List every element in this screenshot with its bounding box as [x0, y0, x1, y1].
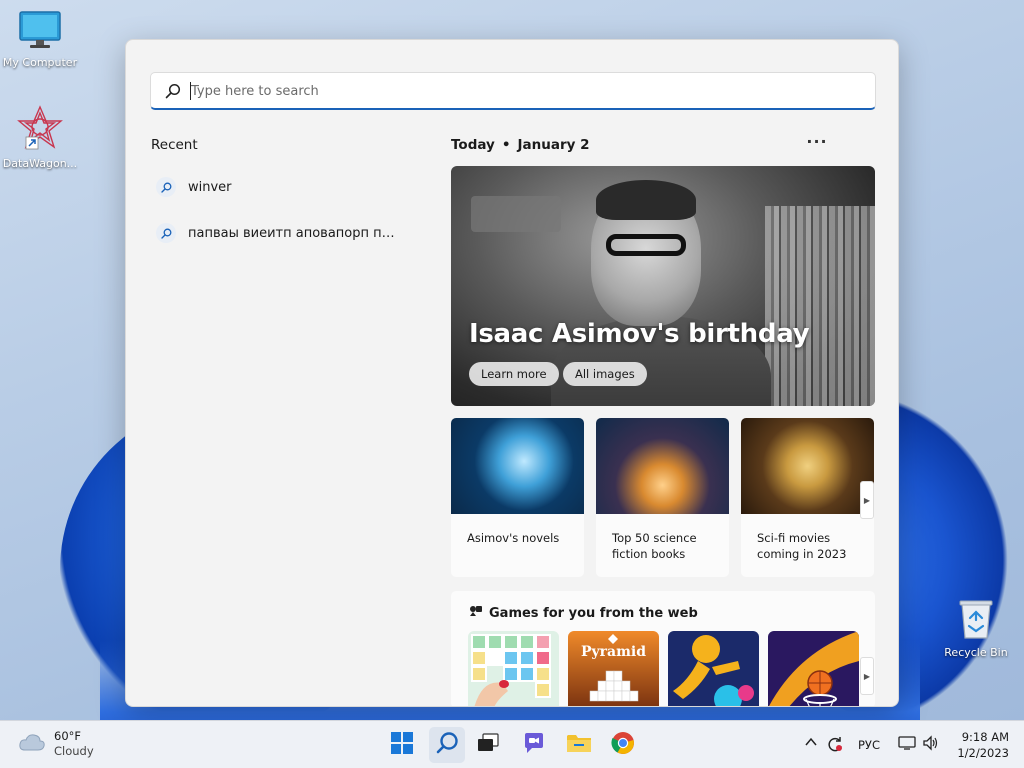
chat-button[interactable]	[516, 727, 552, 763]
taskbar: 60°F Cloudy РУС 9:18 AM 1/2/2023	[0, 720, 1024, 768]
chrome-icon	[611, 731, 635, 759]
hero-card[interactable]: Isaac Asimov's birthday Learn more All i…	[451, 166, 875, 406]
games-next-button[interactable]: ▶	[860, 657, 874, 695]
game-tile-basketball[interactable]	[768, 631, 859, 706]
clock-time: 9:18 AM	[961, 730, 1009, 744]
desktop-icon-label: My Computer	[2, 56, 78, 69]
pyramid-thumbnail	[568, 631, 659, 706]
game-tile-block-puzzle[interactable]	[468, 631, 559, 706]
today-label: Today	[451, 137, 495, 153]
card-scifi-movies-2023[interactable]: Sci-fi movies coming in 2023	[741, 418, 874, 577]
weather-text: 60°F Cloudy	[54, 729, 94, 759]
hero-title: Isaac Asimov's birthday	[469, 319, 810, 349]
desktop-icon-label: DataWagon...	[2, 157, 78, 170]
clock-date: 1/2/2023	[957, 746, 1009, 760]
task-view-icon	[477, 733, 499, 757]
chevron-right-icon: ▶	[863, 671, 871, 681]
weather-temp: 60°F	[54, 729, 81, 743]
windows-logo-icon	[391, 732, 413, 758]
desktop-icon-my-computer[interactable]: My Computer	[0, 10, 80, 69]
games-title: Games for you from the web	[489, 605, 698, 621]
desktop-icon-label: Recycle Bin	[944, 646, 1008, 659]
start-button[interactable]	[384, 727, 420, 763]
recycle-bin-icon	[936, 598, 1016, 643]
search-icon	[435, 731, 459, 759]
card-asimov-novels[interactable]: Asimov's novels	[451, 418, 584, 577]
search-icon	[156, 177, 176, 197]
pyramid-logo-text: Pyramid	[580, 644, 647, 660]
hero-radio-image	[471, 196, 561, 232]
chat-icon	[522, 732, 546, 758]
folder-icon	[566, 732, 592, 758]
game-controller-icon	[469, 605, 483, 621]
file-explorer-button[interactable]	[561, 727, 597, 763]
learn-more-button[interactable]: Learn more	[469, 362, 559, 386]
sync-icon[interactable]	[826, 735, 844, 756]
recent-item-label: папвaы виеитп аповапорп пш...	[188, 225, 398, 241]
chrome-button[interactable]	[605, 727, 641, 763]
desktop-icon-datawagon[interactable]: DataWagon...	[0, 105, 80, 170]
search-input[interactable]	[191, 80, 861, 102]
network-icon[interactable]	[898, 735, 916, 754]
all-images-button[interactable]: All images	[563, 362, 647, 386]
today-header: Today • January 2	[451, 137, 590, 153]
card-top-50-scifi[interactable]: Top 50 science fiction books	[596, 418, 729, 577]
cloud-icon	[18, 732, 46, 756]
games-section: Games for you from the web Pyramid ▶	[451, 591, 875, 706]
recent-item-label: winver	[188, 179, 232, 195]
recent-item-winver[interactable]: winver	[156, 169, 416, 205]
hero-hair-image	[596, 180, 696, 220]
chevron-up-icon[interactable]	[804, 735, 818, 752]
game-tile-runner[interactable]	[668, 631, 759, 706]
search-icon	[165, 83, 181, 99]
card-label: Top 50 science fiction books	[612, 531, 697, 561]
monitor-icon	[0, 10, 80, 53]
more-options-button[interactable]: ···	[806, 132, 828, 154]
hero-glasses-image	[606, 234, 686, 256]
separator-dot: •	[501, 137, 511, 153]
card-thumbnail	[741, 418, 874, 514]
desktop-icon-recycle-bin[interactable]: Recycle Bin	[936, 598, 1016, 659]
today-date: January 2	[517, 137, 590, 153]
basketball-thumbnail	[768, 631, 859, 706]
hero-bookshelf-image	[765, 206, 875, 406]
block-puzzle-thumbnail	[468, 631, 559, 706]
volume-icon[interactable]	[922, 735, 940, 754]
search-button[interactable]	[429, 727, 465, 763]
search-icon	[156, 223, 176, 243]
card-label: Sci-fi movies coming in 2023	[757, 531, 847, 561]
recent-heading: Recent	[151, 137, 198, 153]
recent-item-query[interactable]: папвaы виеитп аповапорп пш...	[156, 215, 416, 251]
runner-thumbnail	[668, 631, 759, 706]
card-thumbnail	[451, 418, 584, 514]
card-label: Asimov's novels	[467, 531, 560, 545]
card-thumbnail	[596, 418, 729, 514]
search-box[interactable]	[150, 72, 876, 110]
clock[interactable]: 9:18 AM 1/2/2023	[953, 729, 1009, 761]
chevron-right-icon: ▶	[863, 495, 871, 505]
weather-widget[interactable]: 60°F Cloudy	[18, 729, 94, 759]
search-panel: Recent winver папвaы виеитп аповапорп пш…	[125, 39, 899, 707]
game-tile-pyramid[interactable]: Pyramid	[568, 631, 659, 706]
datawagon-icon	[0, 105, 80, 154]
games-heading: Games for you from the web	[469, 605, 698, 621]
input-language-indicator[interactable]: РУС	[858, 738, 880, 752]
weather-condition: Cloudy	[54, 744, 94, 758]
task-view-button[interactable]	[470, 727, 506, 763]
cards-next-button[interactable]: ▶	[860, 481, 874, 519]
